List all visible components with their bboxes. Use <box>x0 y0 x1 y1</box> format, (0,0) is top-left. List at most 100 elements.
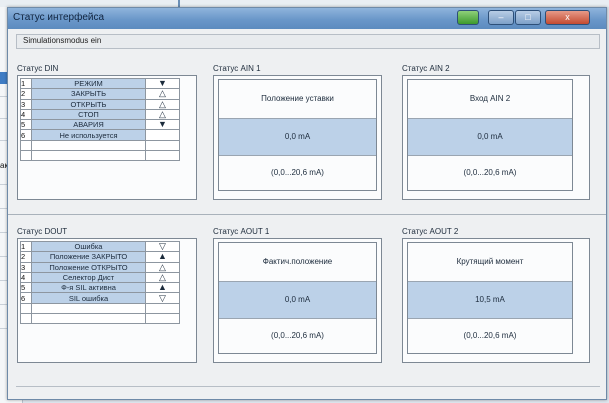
dout-status-group: Статус DOUT 1 Ошибка ▽ 2 Положение ЗАКРЫТО ▲… <box>17 227 200 372</box>
dout-status-panel: 1 Ошибка ▽ 2 Положение ЗАКРЫТО ▲ 3 Положение … <box>17 238 197 363</box>
dout-label: SIL ошибка <box>31 292 146 304</box>
ain1-status-title: Статус AIN 1 <box>213 64 261 73</box>
menu-bar: Simulationsmodus ein <box>16 34 600 49</box>
ain1-value-box: Положение уставки 0,0 mA (0,0...20,6 mA) <box>218 79 377 191</box>
aout1-signal-name: Фактич.положение <box>219 243 376 281</box>
ain1-current-value: 0,0 mA <box>219 118 376 156</box>
dout-label: Ошибка <box>31 240 146 253</box>
state-indicator-icon: ▽ <box>145 292 180 304</box>
row-number: 6 <box>20 292 32 304</box>
din-status-table: 1 РЕЖИМ ▼ 2 ЗАКРЫТЬ △ 3 ОТКРЫТЬ △ 4 СТОП △ 5 АВАР… <box>20 77 180 162</box>
maximize-button[interactable]: □ <box>515 10 541 25</box>
state-indicator-icon: ▽ <box>145 240 180 253</box>
state-indicator-icon <box>145 129 180 141</box>
window-title: Статус интерфейса <box>13 12 105 23</box>
table-row: 1 РЕЖИМ ▼ <box>20 77 180 90</box>
aout2-current-value: 10,5 mA <box>408 281 572 319</box>
close-button[interactable]: x <box>545 10 590 25</box>
ain2-signal-name: Вход AIN 2 <box>408 80 572 118</box>
state-indicator-icon: △ <box>145 108 180 121</box>
table-row: 1 Ошибка ▽ <box>20 240 180 253</box>
row-number: 3 <box>20 98 32 110</box>
ain1-status-group: Статус AIN 1 Положение уставки 0,0 mA (0… <box>213 64 385 207</box>
dout-status-table: 1 Ошибка ▽ 2 Положение ЗАКРЫТО ▲ 3 Положение … <box>20 240 180 325</box>
row-number: 2 <box>20 251 32 263</box>
table-row: 5 Ф-я SIL активна ▲ <box>20 282 180 294</box>
aout2-status-title: Статус AOUT 2 <box>402 227 459 236</box>
table-row: 3 Положение ОТКРЫТО △ <box>20 261 180 273</box>
table-row: 4 Селектор Дист △ <box>20 271 180 284</box>
table-row: 4 СТОП △ <box>20 108 180 121</box>
din-status-group: Статус DIN 1 РЕЖИМ ▼ 2 ЗАКРЫТЬ △ 3 ОТКРЫТЬ △ 4… <box>17 64 200 207</box>
ain2-range: (0,0...20,6 mA) <box>408 156 572 190</box>
state-indicator-icon: ▲ <box>145 251 180 263</box>
ain1-status-panel: Положение уставки 0,0 mA (0,0...20,6 mA) <box>213 75 382 200</box>
ain2-status-group: Статус AIN 2 Вход AIN 2 0,0 mA (0,0...20… <box>402 64 592 207</box>
aout2-status-group: Статус AOUT 2 Крутящий момент 10,5 mA (0… <box>402 227 592 372</box>
aout1-value-box: Фактич.положение 0,0 mA (0,0...20,6 mA) <box>218 242 377 354</box>
row-number: 5 <box>20 119 32 131</box>
ain2-value-box: Вход AIN 2 0,0 mA (0,0...20,6 mA) <box>407 79 573 191</box>
aout1-status-group: Статус AOUT 1 Фактич.положение 0,0 mA (0… <box>213 227 385 372</box>
menu-simulation-mode[interactable]: Simulationsmodus ein <box>23 36 101 45</box>
state-indicator-icon: △ <box>145 98 180 110</box>
table-row: 5 АВАРИЯ ▼ <box>20 119 180 131</box>
section-divider <box>8 214 606 215</box>
row-number: 5 <box>20 282 32 294</box>
row-number: 2 <box>20 88 32 100</box>
row-number: 1 <box>20 77 32 90</box>
aout2-status-panel: Крутящий момент 10,5 mA (0,0...20,6 mA) <box>402 238 590 363</box>
green-status-button[interactable] <box>457 10 479 25</box>
table-row: 6 Не используется <box>20 129 180 141</box>
state-indicator-icon: ▼ <box>145 77 180 90</box>
background-app-top <box>0 0 609 7</box>
ain2-status-title: Статус AIN 2 <box>402 64 450 73</box>
ain2-status-panel: Вход AIN 2 0,0 mA (0,0...20,6 mA) <box>402 75 590 200</box>
table-row-empty <box>20 313 180 325</box>
aout2-value-box: Крутящий момент 10,5 mA (0,0...20,6 mA) <box>407 242 573 354</box>
dout-label: Положение ЗАКРЫТО <box>31 251 146 263</box>
state-indicator-icon: △ <box>145 261 180 273</box>
dout-label: Селектор Дист <box>31 271 146 284</box>
table-row-empty <box>20 302 180 315</box>
din-status-panel: 1 РЕЖИМ ▼ 2 ЗАКРЫТЬ △ 3 ОТКРЫТЬ △ 4 СТОП △ 5 АВАР… <box>17 75 197 200</box>
row-number: 4 <box>20 108 32 121</box>
din-label: Не используется <box>31 129 146 141</box>
row-number: 1 <box>20 240 32 253</box>
aout2-signal-name: Крутящий момент <box>408 243 572 281</box>
aout1-status-title: Статус AOUT 1 <box>213 227 270 236</box>
state-indicator-icon: ▲ <box>145 282 180 294</box>
aout2-range: (0,0...20,6 mA) <box>408 319 572 353</box>
table-row-empty <box>20 139 180 152</box>
aout1-current-value: 0,0 mA <box>219 281 376 319</box>
row-number: 3 <box>20 261 32 273</box>
status-bar <box>16 386 600 394</box>
ain1-signal-name: Положение уставки <box>219 80 376 118</box>
ain1-range: (0,0...20,6 mA) <box>219 156 376 190</box>
background-divider <box>178 0 180 7</box>
row-number: 6 <box>20 129 32 141</box>
table-row: 6 SIL ошибка ▽ <box>20 292 180 304</box>
row-number: 4 <box>20 271 32 284</box>
dout-label: Положение ОТКРЫТО <box>31 261 146 273</box>
ain2-current-value: 0,0 mA <box>408 118 572 156</box>
table-row-empty <box>20 150 180 162</box>
dout-label: Ф-я SIL активна <box>31 282 146 294</box>
aout1-range: (0,0...20,6 mA) <box>219 319 376 353</box>
din-label: ЗАКРЫТЬ <box>31 88 146 100</box>
din-label: АВАРИЯ <box>31 119 146 131</box>
table-row: 3 ОТКРЫТЬ △ <box>20 98 180 110</box>
din-label: ОТКРЫТЬ <box>31 98 146 110</box>
state-indicator-icon: ▼ <box>145 119 180 131</box>
din-label: СТОП <box>31 108 146 121</box>
state-indicator-icon: △ <box>145 271 180 284</box>
din-label: РЕЖИМ <box>31 77 146 90</box>
din-status-title: Статус DIN <box>17 64 59 73</box>
interface-status-window: Статус интерфейса – □ x Simulationsmodus… <box>7 7 607 400</box>
aout1-status-panel: Фактич.положение 0,0 mA (0,0...20,6 mA) <box>213 238 382 363</box>
title-bar[interactable]: Статус интерфейса – □ x <box>8 8 606 29</box>
table-row: 2 ЗАКРЫТЬ △ <box>20 88 180 100</box>
dout-status-title: Статус DOUT <box>17 227 68 236</box>
state-indicator-icon: △ <box>145 88 180 100</box>
minimize-button[interactable]: – <box>488 10 514 25</box>
